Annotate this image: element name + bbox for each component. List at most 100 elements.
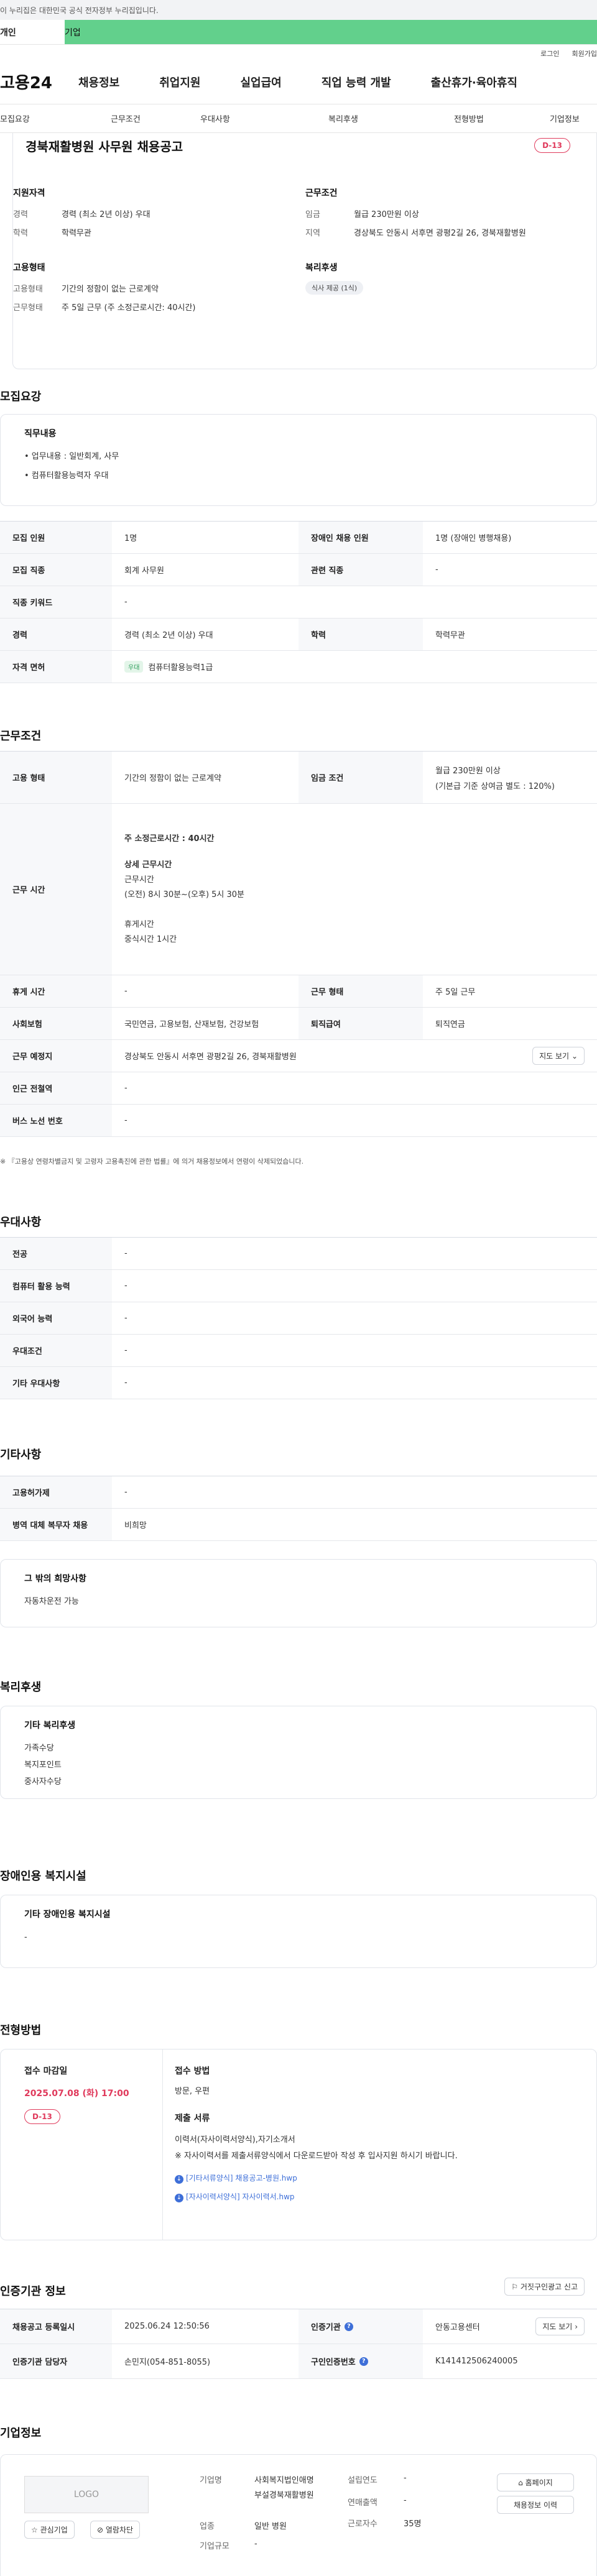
nav-jobs[interactable]: 채용정보 xyxy=(78,74,119,90)
industry-key: 업종 xyxy=(200,2522,215,2531)
info-icon[interactable]: ? xyxy=(344,2322,353,2331)
deadline-value: 2025.07.08 (화) 17:00 xyxy=(24,2089,129,2099)
download-icon: ↓ xyxy=(175,2194,183,2202)
welfare-box: 기타 복리후생 가족수당 복지포인트 중사자수당 xyxy=(0,1706,597,1799)
nav-training[interactable]: 직업 능력 개발 xyxy=(322,74,391,90)
company-logo-placeholder: LOGO xyxy=(24,2476,149,2513)
table-row: 외국어 능력 - xyxy=(0,1302,597,1335)
cell-key: 직종 키워드 xyxy=(0,586,112,618)
cell-value: - xyxy=(124,1313,127,1323)
cell-value: - xyxy=(124,1083,127,1093)
homepage-button[interactable]: ⌂ 홈페이지 xyxy=(497,2473,574,2491)
place-value: 경상북도 안동시 서후면 광평2길 26, 경북재활병원 xyxy=(124,1052,297,1062)
sales-value: - xyxy=(404,2496,407,2505)
report-fake-ad-button[interactable]: ⚐ 거짓구인광고 신고 xyxy=(504,2278,585,2296)
cell-value: K141412506240005 xyxy=(435,2357,518,2366)
work-condition-label: 근무조건 xyxy=(305,188,338,198)
cell-key: 고용 형태 xyxy=(0,752,112,803)
favorite-label: 관심기업 xyxy=(40,2526,68,2534)
duty-line-1: • 업무내용 : 일반회계, 사무 xyxy=(24,452,119,461)
login-link[interactable]: 로그인 xyxy=(540,48,559,60)
education-value: 학력무관 xyxy=(62,229,91,238)
gov-banner-text: 이 누리집은 대한민국 공식 전자정부 누리집입니다. xyxy=(0,6,159,15)
welfare-title: 복리후생 xyxy=(0,1681,42,1694)
cell-key: 버스 노선 번호 xyxy=(0,1105,112,1136)
chevron-right-icon: › xyxy=(575,2322,578,2331)
subnav-conditions[interactable]: 근무조건 xyxy=(111,113,200,124)
site-logo[interactable]: 고용24 xyxy=(0,70,78,93)
conditions-title: 근무조건 xyxy=(0,730,42,743)
subnav-prefer[interactable]: 우대사항 xyxy=(200,113,328,124)
employment-label: 고용형태 xyxy=(13,263,45,273)
cell-value: 기간의 정함이 없는 근로계약 xyxy=(124,774,221,783)
size-value: - xyxy=(254,2539,257,2549)
license-value: 컴퓨터활용능력1급 xyxy=(148,663,213,673)
subnav-recruit[interactable]: 모집요강 xyxy=(0,113,111,124)
other-wishes-value: 자동차운전 가능 xyxy=(24,1597,79,1606)
attachment-2[interactable]: ↓ [자사이력서양식] 자사이력서.hwp xyxy=(175,2191,295,2202)
cert-no-key-label: 구인인증번호 xyxy=(311,2358,356,2367)
docs-note: ※ 자사이력서를 제출서류양식에서 다운로드받아 작성 후 입사지원 하시기 바… xyxy=(175,2151,458,2161)
job-history-button[interactable]: 채용정보 이력 xyxy=(497,2496,574,2514)
conditions-table: 고용 형태 기간의 정함이 없는 근로계약 임금 조건 월급 230만원 이상 … xyxy=(0,751,597,1137)
weekly-hours-text: 주 소정근로시간 : 40시간 xyxy=(124,834,215,844)
subnav-company[interactable]: 기업정보 xyxy=(550,113,580,124)
welfare-heading: 기타 복리후생 xyxy=(24,1721,76,1731)
cell-value: 경상북도 안동시 서후면 광평2길 26, 경북재활병원 지도 보기 ⌄ xyxy=(112,1040,597,1072)
tab-individual[interactable]: 개인 xyxy=(0,20,65,44)
map-button[interactable]: 지도 보기 ⌄ xyxy=(532,1047,585,1065)
info-icon[interactable]: ? xyxy=(359,2357,368,2366)
section-nav: 모집요강 근무조건 우대사항 복리후생 전형방법 기업정보 xyxy=(0,104,597,133)
cell-value: 회계 사무원 xyxy=(124,566,164,576)
block-view-button[interactable]: ⊘ 열람차단 xyxy=(90,2521,141,2539)
table-row: 채용공고 등록일시 2025.06.24 12:50:56 인증기관? 안동고용… xyxy=(0,2309,597,2344)
cell-value: 2025.06.24 12:50:56 xyxy=(124,2322,210,2331)
disability-box: 기타 장애인용 복지시설 - xyxy=(0,1895,597,1968)
cell-value: 비희망 xyxy=(124,1521,147,1530)
table-row: 우대조건 - xyxy=(0,1335,597,1367)
cell-key: 장애인 채용 인원 xyxy=(298,522,423,553)
attachment-1[interactable]: ↓ [기타서류양식] 채용공고-병원.hwp xyxy=(175,2173,297,2184)
nav-unemployment-benefit[interactable]: 실업급여 xyxy=(241,74,282,90)
cell-value: - xyxy=(124,1488,127,1497)
cell-key: 모집 인원 xyxy=(0,522,112,553)
cell-value: - xyxy=(124,1346,127,1355)
company-name-line-1: 사회복지법인애명 xyxy=(254,2476,314,2485)
cell-key: 학력 xyxy=(298,619,423,650)
subnav-welfare[interactable]: 복리후생 xyxy=(328,113,454,124)
table-row: 버스 노선 번호 - xyxy=(0,1105,597,1137)
divider xyxy=(162,2049,163,2240)
subnav-selection[interactable]: 전형방법 xyxy=(454,113,550,124)
cell-key: 인근 전철역 xyxy=(0,1072,112,1104)
join-link[interactable]: 회원가입 xyxy=(572,48,597,60)
region-value: 경상북도 안동시 서후면 광평2길 26, 경북재활병원 xyxy=(354,229,526,238)
table-row: 사회보험 국민연금, 고용보험, 산재보험, 건강보험 퇴직급여 퇴직연금 xyxy=(0,1008,597,1040)
wage-row: 임금 월급 230만원 이상 xyxy=(305,208,419,219)
cell-value: 안동고용센터 지도 보기 › xyxy=(423,2309,597,2344)
tab-company[interactable]: 기업 xyxy=(65,20,597,44)
welfare-chip: 식사 제공 (1식) xyxy=(305,281,364,295)
table-row: 근무 시간 주 소정근로시간 : 40시간 상세 근무시간 근무시간 (오전) … xyxy=(0,804,597,975)
wage-value: 월급 230만원 이상 xyxy=(354,210,419,219)
cell-key: 인증기관? xyxy=(298,2309,423,2344)
other-wishes-heading: 그 밖의 희망사항 xyxy=(24,1574,86,1584)
prefer-title: 우대사항 xyxy=(0,1216,42,1229)
emptype-key: 고용형태 xyxy=(13,285,43,294)
table-row: 컴퓨터 활용 능력 - xyxy=(0,1270,597,1302)
worktype-key: 근무형태 xyxy=(13,303,43,313)
favorite-company-button[interactable]: ☆ 관심기업 xyxy=(24,2521,75,2539)
nav-parental-leave[interactable]: 출산휴가·육아휴직 xyxy=(431,74,517,90)
cell-key: 경력 xyxy=(0,619,112,650)
etc-title: 기타사항 xyxy=(0,1448,42,1461)
cell-value: 퇴직연금 xyxy=(435,1020,465,1029)
docs-value: 이력서(자사이력서양식),자기소개서 xyxy=(175,2135,295,2145)
table-row: 모집 인원 1명 장애인 채용 인원 1명 (장애인 병행채용) xyxy=(0,522,597,554)
cell-key: 모집 직종 xyxy=(0,554,112,586)
org-map-button[interactable]: 지도 보기 › xyxy=(535,2317,585,2335)
size-key: 기업규모 xyxy=(200,2542,229,2551)
career-row: 경력 경력 (최소 2년 이상) 우대 xyxy=(13,208,150,219)
nav-employment-support[interactable]: 취업지원 xyxy=(159,74,200,90)
sales-key: 연매출액 xyxy=(348,2498,377,2508)
qualification-label: 지원자격 xyxy=(13,188,45,198)
worktype-value: 주 5일 근무 (주 소정근로시간: 40시간) xyxy=(62,303,196,313)
